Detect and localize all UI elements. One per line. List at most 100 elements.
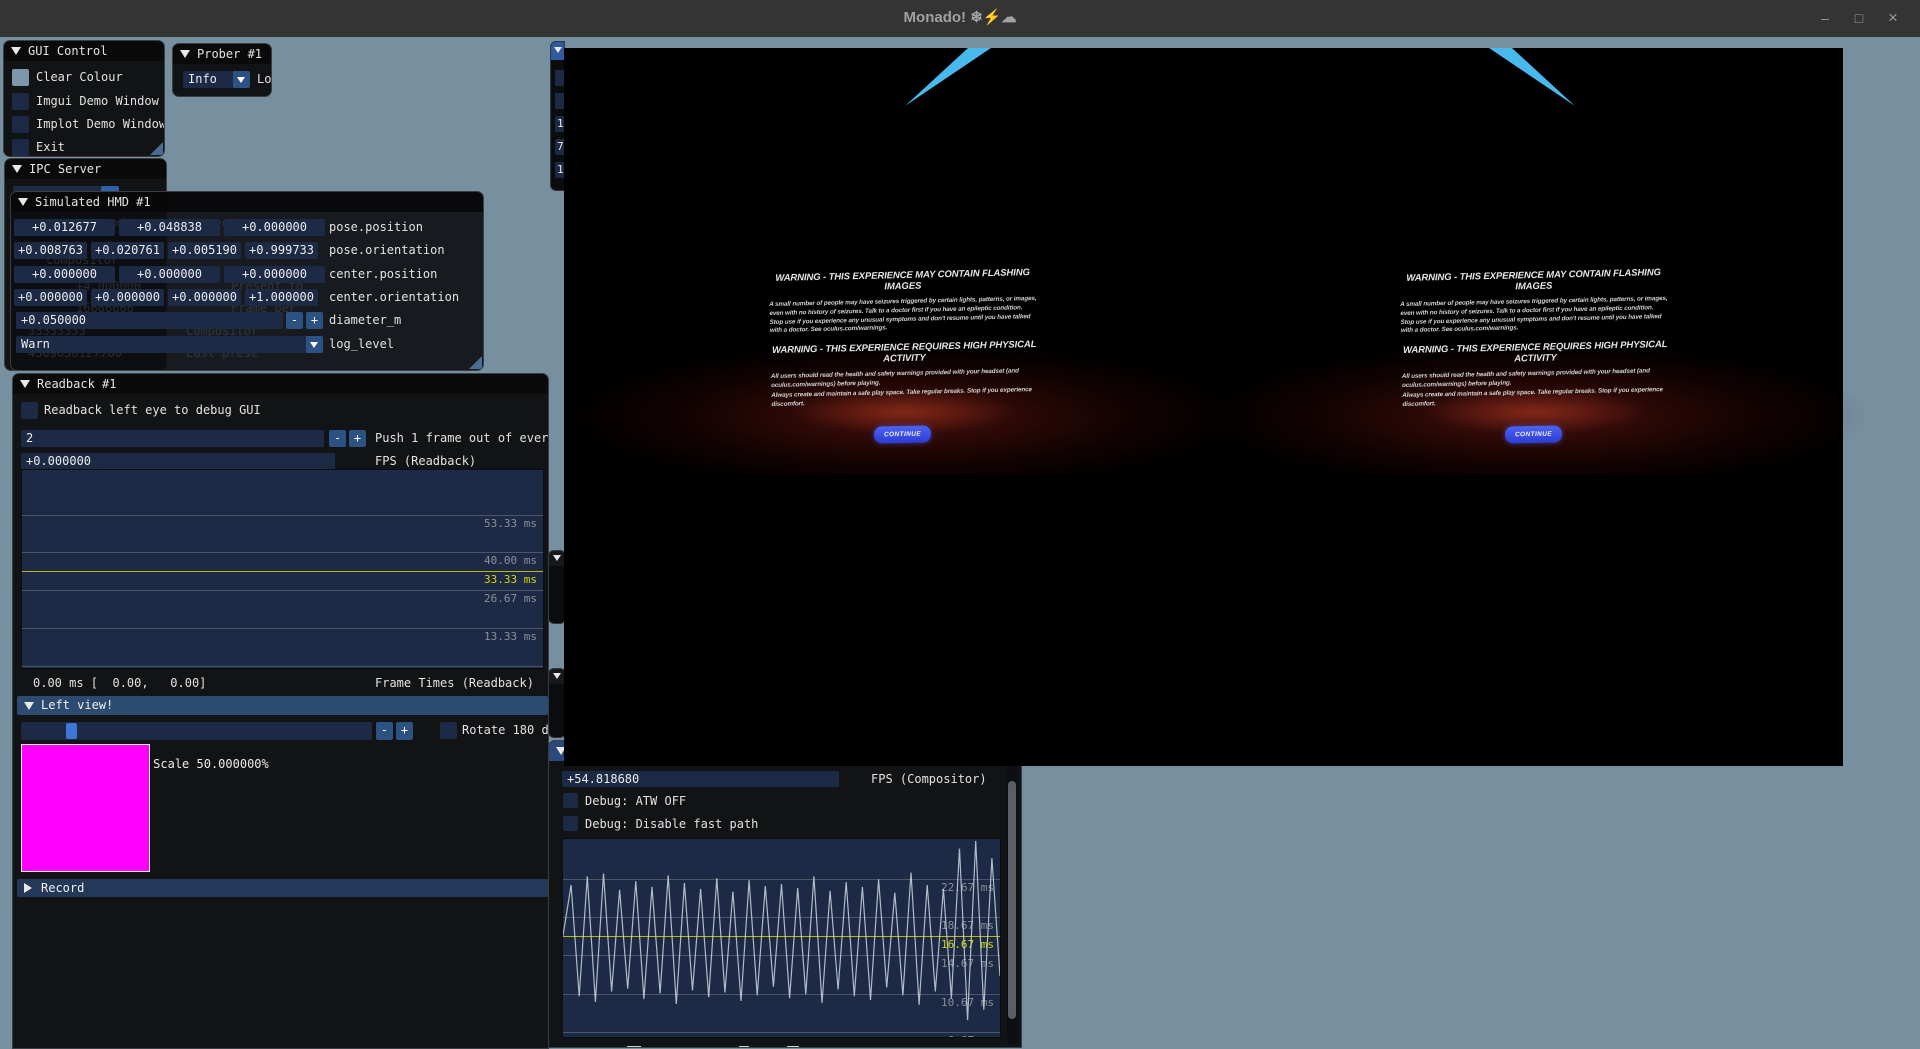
window-simulated-hmd: Simulated HMD #1 exit on disconnectrunni… bbox=[10, 191, 484, 371]
ipc-server-title: IPC Server bbox=[29, 162, 101, 176]
menu-item-label: Exit bbox=[36, 139, 65, 156]
plot-gridline bbox=[22, 590, 543, 591]
clear-colour-swatch[interactable] bbox=[12, 69, 29, 86]
continue-button-left-eye[interactable]: CONTINUE bbox=[874, 426, 931, 444]
minimize-button[interactable]: – bbox=[1812, 7, 1838, 29]
scale-plus-button[interactable]: + bbox=[396, 722, 413, 740]
drag-float-input[interactable]: +0.000000 bbox=[14, 289, 87, 306]
drag-row-label: center.position bbox=[329, 266, 437, 283]
window-partial-top: 171 bbox=[550, 41, 565, 191]
drag-float-input[interactable]: +0.020761 bbox=[91, 242, 164, 259]
left-view-header[interactable]: Left view! bbox=[17, 696, 548, 715]
drag-float-input[interactable]: +0.999733 bbox=[245, 242, 318, 259]
cyan-streak-left-icon bbox=[905, 48, 991, 106]
menu-item-label: Imgui Demo Window bbox=[36, 93, 159, 110]
diameter-plus-button[interactable]: + bbox=[306, 312, 323, 329]
checkbox-imgui-demo-window[interactable] bbox=[12, 93, 29, 110]
prober-log-level-combo[interactable]: Info bbox=[183, 71, 233, 88]
compositor-fps-input[interactable]: +54.818680 bbox=[562, 771, 839, 787]
close-button[interactable]: × bbox=[1880, 7, 1906, 29]
diameter-minus-button[interactable]: - bbox=[286, 312, 303, 329]
drag-float-input[interactable]: +0.000000 bbox=[91, 289, 164, 306]
scale-minus-button[interactable]: - bbox=[376, 722, 393, 740]
partial-titlebar[interactable] bbox=[551, 42, 565, 60]
collapse-arrow-icon[interactable] bbox=[24, 702, 34, 710]
plot-gridline bbox=[22, 515, 543, 516]
readback-frame-times-plot[interactable]: 53.33 ms40.00 ms33.33 ms26.67 ms13.33 ms… bbox=[21, 469, 544, 669]
drag-float-input[interactable]: +0.000000 bbox=[119, 266, 220, 283]
readback-left-eye-checkbox[interactable] bbox=[21, 402, 38, 419]
readback-fps-label: FPS (Readback) bbox=[375, 453, 476, 470]
drag-float-input[interactable]: +0.005190 bbox=[168, 242, 241, 259]
checkbox-exit[interactable] bbox=[12, 139, 29, 156]
readback-titlebar[interactable]: Readback #1 bbox=[13, 374, 548, 394]
record-header[interactable]: Record bbox=[17, 879, 548, 897]
vr-compositor-view: WARNING - THIS EXPERIENCE MAY CONTAIN FL… bbox=[564, 48, 1843, 766]
drag-float-input[interactable]: +0.000000 bbox=[14, 266, 115, 283]
push-frame-minus-button[interactable]: - bbox=[329, 430, 346, 447]
hmd-titlebar[interactable]: Simulated HMD #1 bbox=[11, 192, 483, 212]
plot-tick-label: 53.33 ms bbox=[484, 517, 537, 530]
drag-float-input[interactable]: +0.000000 bbox=[224, 266, 325, 283]
resize-grip[interactable] bbox=[469, 356, 482, 369]
log-level-label: log_level bbox=[329, 336, 394, 353]
window-prober: Prober #1 Info Log bbox=[172, 43, 272, 97]
gui-control-titlebar[interactable]: GUI Control bbox=[4, 41, 164, 61]
resize-grip[interactable] bbox=[150, 142, 163, 155]
rotate-180-checkbox[interactable] bbox=[440, 722, 457, 739]
prober-titlebar[interactable]: Prober #1 bbox=[173, 44, 271, 64]
scale-slider[interactable]: Scale 50.000000% bbox=[21, 722, 372, 740]
collapse-arrow-icon[interactable] bbox=[553, 673, 561, 679]
slider-grab[interactable] bbox=[66, 723, 77, 739]
drag-float-input[interactable]: +0.008763 bbox=[14, 242, 87, 259]
collapse-arrow-icon[interactable] bbox=[554, 47, 562, 53]
collapse-arrow-icon[interactable] bbox=[24, 883, 32, 893]
plot-tick-label: 13.33 ms bbox=[484, 630, 537, 643]
diameter-label: diameter_m bbox=[329, 312, 401, 329]
drag-float-input[interactable]: +0.000000 bbox=[224, 219, 325, 236]
debug-fastpath-checkbox[interactable] bbox=[563, 816, 578, 831]
readback-left-eye-label: Readback left eye to debug GUI bbox=[44, 402, 261, 419]
maximize-button[interactable]: □ bbox=[1846, 7, 1872, 29]
collapse-arrow-icon[interactable] bbox=[18, 198, 28, 206]
scale-slider-label: Scale 50.000000% bbox=[153, 757, 269, 771]
diameter-input[interactable]: +0.050000 bbox=[16, 312, 283, 329]
push-frame-input[interactable]: 2 bbox=[21, 430, 324, 447]
checkbox-implot-demo-window[interactable] bbox=[12, 116, 29, 133]
collapse-arrow-icon[interactable] bbox=[180, 50, 190, 58]
plot-tick-label: 0.00 ms bbox=[491, 668, 537, 669]
ipc-server-titlebar[interactable]: IPC Server bbox=[5, 159, 166, 179]
plot-refline bbox=[22, 571, 543, 572]
drag-float-input[interactable]: +0.012677 bbox=[14, 219, 115, 236]
compositor-fps-label: FPS (Compositor) bbox=[871, 771, 987, 788]
collapse-arrow-icon[interactable] bbox=[20, 380, 30, 388]
debug-atw-label: Debug: ATW OFF bbox=[585, 793, 686, 810]
scrollbar-grab[interactable] bbox=[1008, 781, 1016, 1019]
warning-para-flashing: A small number of people may have seizur… bbox=[1400, 295, 1669, 336]
continue-button-right-eye[interactable]: CONTINUE bbox=[1505, 426, 1562, 444]
plot-series-line bbox=[563, 839, 1000, 1037]
chevron-down-icon[interactable] bbox=[306, 336, 323, 353]
warning-panel-left-eye: WARNING - THIS EXPERIENCE MAY CONTAIN FL… bbox=[768, 267, 1039, 410]
collapse-arrow-icon[interactable] bbox=[12, 165, 22, 173]
debug-atw-checkbox[interactable] bbox=[563, 793, 578, 808]
plot-gridline bbox=[22, 552, 543, 553]
log-button[interactable]: Log bbox=[257, 71, 272, 88]
log-level-combo[interactable]: Warn bbox=[16, 336, 306, 353]
chevron-down-icon[interactable] bbox=[233, 71, 250, 88]
drag-float-input[interactable]: +0.048838 bbox=[119, 219, 220, 236]
readback-plot-title: Frame Times (Readback) bbox=[375, 675, 534, 692]
collapse-arrow-icon[interactable] bbox=[11, 47, 21, 55]
scrollbar-track[interactable] bbox=[1007, 765, 1017, 1045]
plot-tick-label: 40.00 ms bbox=[484, 554, 537, 567]
push-frame-plus-button[interactable]: + bbox=[349, 430, 366, 447]
readback-fps-input[interactable]: +0.000000 bbox=[21, 453, 335, 470]
hmd-title: Simulated HMD #1 bbox=[35, 195, 151, 209]
drag-row-label: pose.orientation bbox=[329, 242, 445, 259]
plot-gridline bbox=[22, 666, 543, 667]
collapse-arrow-icon[interactable] bbox=[553, 555, 561, 561]
drag-float-input[interactable]: +1.000000 bbox=[245, 289, 318, 306]
warning-title-flashing: WARNING - THIS EXPERIENCE MAY CONTAIN FL… bbox=[1399, 267, 1667, 295]
drag-float-input[interactable]: +0.000000 bbox=[168, 289, 241, 306]
compositor-frame-times-plot[interactable]: 22.67 ms18.67 ms16.67 ms14.67 ms10.67 ms… bbox=[562, 838, 1001, 1038]
